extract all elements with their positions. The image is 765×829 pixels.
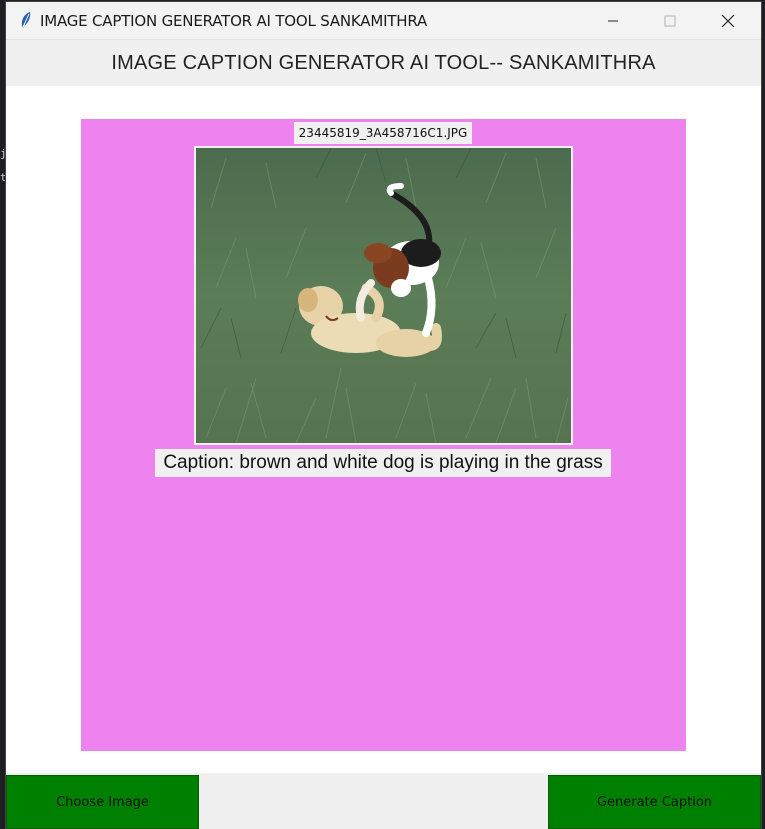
choose-image-button[interactable]: Choose Image: [6, 775, 199, 829]
image-preview: [194, 146, 573, 445]
close-button[interactable]: [705, 2, 751, 40]
window-title: IMAGE CAPTION GENERATOR AI TOOL SANKAMIT…: [40, 12, 428, 30]
filename-label: 23445819_3A458716C1.JPG: [294, 122, 472, 144]
app-header: IMAGE CAPTION GENERATOR AI TOOL-- SANKAM…: [6, 40, 761, 86]
close-icon: [721, 14, 735, 28]
caption-label: Caption: brown and white dog is playing …: [155, 449, 611, 477]
maximize-icon: [664, 15, 676, 27]
generate-caption-button[interactable]: Generate Caption: [548, 775, 761, 829]
title-bar[interactable]: IMAGE CAPTION GENERATOR AI TOOL SANKAMIT…: [6, 2, 761, 40]
feather-icon: [21, 12, 31, 28]
maximize-button[interactable]: [647, 2, 693, 40]
minimize-button[interactable]: [590, 2, 636, 40]
minimize-icon: [608, 20, 618, 22]
app-window: IMAGE CAPTION GENERATOR AI TOOL SANKAMIT…: [6, 2, 761, 829]
image-panel: 23445819_3A458716C1.JPG Caption: brown a…: [81, 119, 686, 751]
bottom-toolbar: Choose Image Generate Caption: [6, 773, 761, 829]
dog-photo: [196, 148, 571, 443]
app-heading: IMAGE CAPTION GENERATOR AI TOOL-- SANKAM…: [111, 51, 656, 74]
